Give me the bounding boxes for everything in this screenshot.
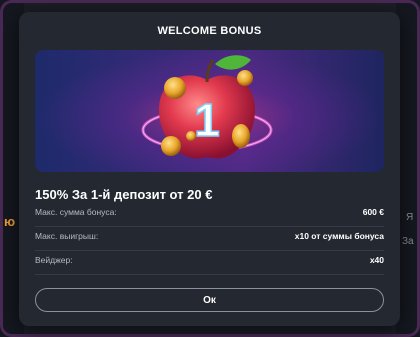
row-label: Макс. сумма бонуса: xyxy=(35,207,117,217)
row-value: x40 xyxy=(369,255,384,265)
apple-leaf xyxy=(215,55,251,70)
coin-icon xyxy=(161,136,181,156)
banner-number-one: 1 xyxy=(194,94,220,146)
welcome-bonus-modal: WELCOME BONUS 1 150% За 1-й депозит от 2… xyxy=(19,12,400,326)
coin-icon xyxy=(164,77,186,99)
ok-button[interactable]: Ок xyxy=(35,288,384,312)
coin-icon xyxy=(186,131,196,141)
coin-icon xyxy=(232,124,250,148)
row-value: x10 от суммы бонуса xyxy=(294,231,384,241)
apple-illustration: 1 xyxy=(141,55,273,159)
background-text-fragment: Я xyxy=(406,212,414,223)
bonus-headline: 150% За 1-й депозит от 20 € xyxy=(35,187,213,202)
background-text-fragment: За xyxy=(402,236,414,247)
coin-icon xyxy=(237,70,253,86)
row-label: Вейджер: xyxy=(35,255,73,265)
row-label: Макс. выигрыш: xyxy=(35,231,99,241)
bonus-banner: 1 xyxy=(35,50,384,172)
background-text-fragment: ю xyxy=(4,214,16,229)
modal-title: WELCOME BONUS xyxy=(157,25,262,37)
bonus-detail-row: Макс. выигрыш: x10 от суммы бонуса xyxy=(35,226,384,251)
bonus-detail-row: Вейджер: x40 xyxy=(35,250,384,275)
row-value: 600 € xyxy=(362,207,384,217)
bonus-detail-row: Макс. сумма бонуса: 600 € xyxy=(35,202,384,227)
